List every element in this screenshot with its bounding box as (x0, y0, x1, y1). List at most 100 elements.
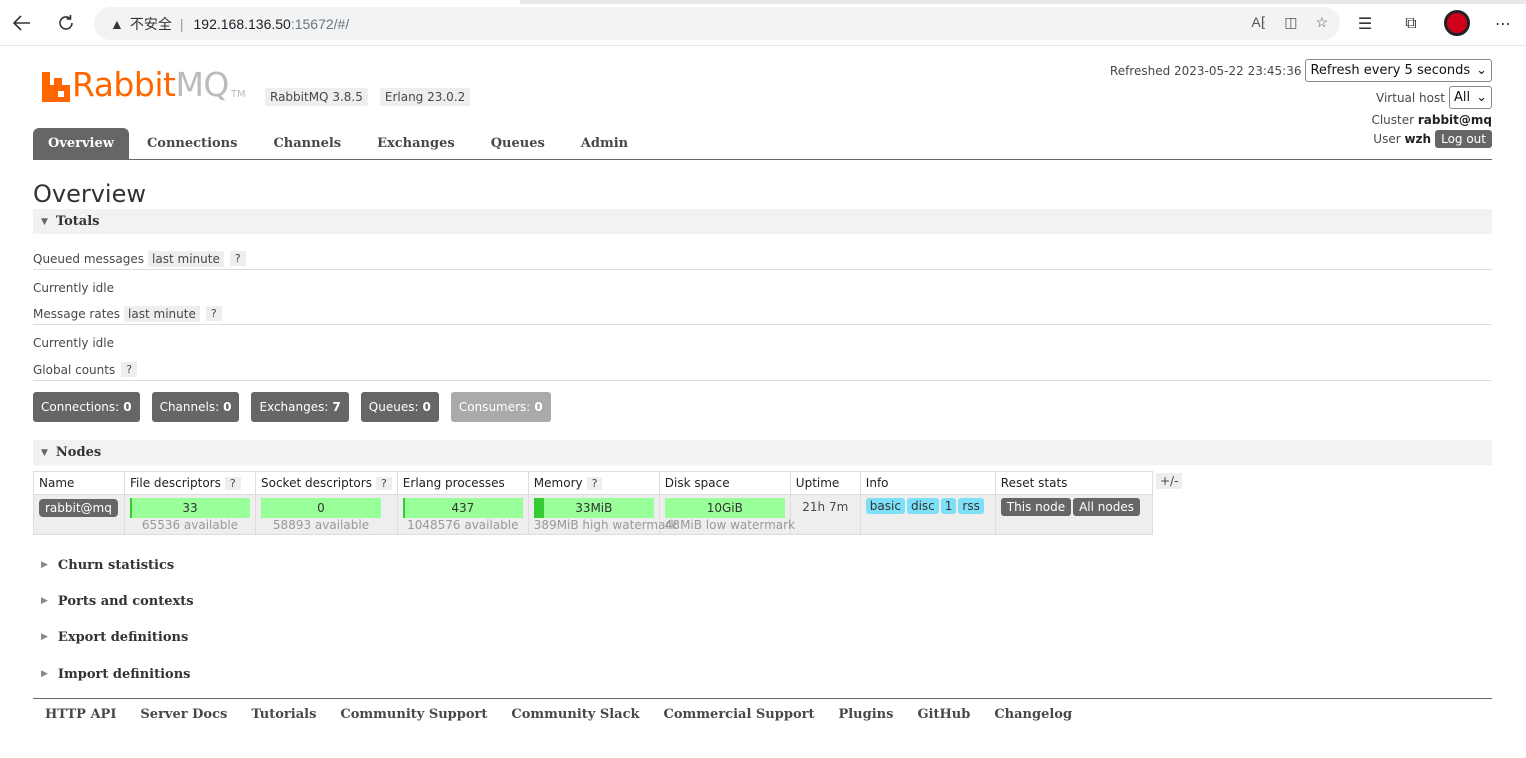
footer-link-community-support[interactable]: Community Support (340, 707, 487, 722)
expand-triangle-icon: ▶ (41, 596, 48, 606)
refresh-interval-select[interactable]: Refresh every 5 seconds ⌄ (1305, 59, 1492, 82)
reset-all-nodes-button[interactable]: All nodes (1073, 498, 1140, 516)
file-descriptors-bar: 33 (130, 498, 250, 518)
column-header-memory: Memory? (527, 471, 660, 495)
column-toggle-button[interactable]: +/- (1156, 473, 1183, 489)
reload-icon[interactable] (53, 10, 79, 36)
consumers-count-button[interactable]: Consumers: 0 (450, 392, 551, 422)
read-aloud-icon[interactable]: A⁅ (1251, 14, 1266, 31)
more-menu-icon[interactable]: ⋯ (1490, 10, 1516, 36)
expand-triangle-icon: ▶ (41, 669, 48, 679)
rates-status: Currently idle (33, 336, 114, 350)
info-cell: basic disc 1 rss (859, 494, 996, 535)
column-header-name: Name (33, 471, 125, 495)
info-tag-basic[interactable]: basic (865, 498, 905, 514)
global-counts-header: Global counts ? (33, 359, 1492, 381)
channels-count-button[interactable]: Channels: 0 (151, 392, 240, 422)
ports-contexts-section[interactable]: ▶ Ports and contexts (33, 591, 633, 611)
queued-status: Currently idle (33, 281, 114, 295)
tab-exchanges[interactable]: Exchanges (359, 128, 473, 159)
global-counts-help-button[interactable]: ? (121, 362, 138, 377)
help-button[interactable]: ? (224, 477, 241, 490)
file-descriptors-cell: 33 65536 available (124, 494, 256, 535)
favorite-add-icon[interactable]: ☆ (1315, 14, 1328, 31)
collections-icon[interactable]: ⧉ (1398, 10, 1424, 36)
footer-link-plugins[interactable]: Plugins (838, 707, 893, 722)
queued-period-selector[interactable]: last minute (148, 250, 224, 267)
expand-triangle-icon: ▶ (41, 632, 48, 642)
vhost-label: Virtual host (1376, 90, 1445, 105)
url-host: 192.168.136.50 (193, 15, 291, 32)
rabbitmq-logo[interactable]: RabbitMQ TM (42, 68, 246, 102)
connections-count-button[interactable]: Connections: 0 (33, 392, 140, 422)
table-header-row: Name File descriptors? Socket descriptor… (33, 471, 1153, 495)
export-definitions-section[interactable]: ▶ Export definitions (33, 627, 633, 647)
footer-link-tutorials[interactable]: Tutorials (251, 707, 316, 722)
main-tabs: Overview Connections Channels Exchanges … (33, 128, 1492, 160)
back-icon[interactable] (9, 10, 35, 36)
url-separator: | (179, 15, 184, 32)
collapse-triangle-icon: ▼ (41, 447, 48, 458)
queued-help-button[interactable]: ? (229, 251, 246, 266)
info-tag-count[interactable]: 1 (940, 498, 957, 514)
collapse-triangle-icon: ▼ (41, 216, 48, 227)
global-counts: Connections: 0 Channels: 0 Exchanges: 7 Que… (33, 392, 551, 422)
footer-link-changelog[interactable]: Changelog (994, 707, 1072, 722)
queues-count-button[interactable]: Queues: 0 (360, 392, 439, 422)
erlang-version-badge: Erlang 23.0.2 (379, 88, 471, 106)
footer-link-http-api[interactable]: HTTP API (45, 707, 116, 722)
logo-mark-icon (42, 72, 70, 102)
cluster-label: Cluster (1371, 113, 1415, 127)
rates-period-selector[interactable]: last minute (124, 305, 200, 322)
help-button[interactable]: ? (375, 477, 392, 490)
exchanges-count-button[interactable]: Exchanges: 7 (251, 392, 349, 422)
browser-toolbar: ▲ 不安全 | 192.168.136.50:15672/#/ A⁅ ◫ ☆ ☰… (0, 0, 1526, 46)
column-header-info: Info (859, 471, 996, 495)
footer-link-community-slack[interactable]: Community Slack (511, 707, 639, 722)
favorites-icon[interactable]: ☰ (1352, 10, 1378, 36)
table-row: rabbit@mq 33 65536 available 0 58893 ava… (33, 494, 1153, 535)
message-rates-header: Message rates last minute ? (33, 303, 1492, 325)
queued-messages-label: Queued messages (33, 251, 145, 266)
tab-strip (0, 0, 1526, 4)
footer-link-github[interactable]: GitHub (917, 707, 970, 722)
profile-icon[interactable] (1444, 10, 1470, 36)
column-header-disk-space: Disk space (658, 471, 791, 495)
warning-icon: ▲ (110, 15, 124, 32)
vhost-select[interactable]: All ⌄ (1448, 86, 1492, 109)
node-name-link[interactable]: rabbit@mq (39, 499, 118, 517)
reset-this-node-button[interactable]: This node (1000, 498, 1072, 516)
address-bar[interactable]: ▲ 不安全 | 192.168.136.50:15672/#/ A⁅ ◫ ☆ (94, 7, 1340, 40)
footer-link-commercial-support[interactable]: Commercial Support (664, 707, 815, 722)
rates-help-button[interactable]: ? (205, 306, 222, 321)
column-header-uptime: Uptime (789, 471, 861, 495)
help-button[interactable]: ? (586, 477, 603, 490)
erlang-processes-bar: 437 (402, 498, 523, 518)
tab-queues[interactable]: Queues (473, 128, 563, 159)
reset-stats-cell: This node All nodes (994, 494, 1153, 535)
disk-space-cell: 10GiB 48MiB low watermark (658, 494, 795, 535)
totals-section-header[interactable]: ▼ Totals (33, 209, 1492, 234)
tab-connections[interactable]: Connections (129, 128, 256, 159)
tab-admin[interactable]: Admin (563, 128, 646, 159)
footer-link-server-docs[interactable]: Server Docs (140, 707, 227, 722)
nodes-section-header[interactable]: ▼ Nodes (33, 440, 1492, 465)
nodes-title: Nodes (55, 445, 102, 460)
import-definitions-section[interactable]: ▶ Import definitions (33, 664, 633, 684)
cluster-value: rabbit@mq (1417, 113, 1492, 127)
global-counts-label: Global counts (33, 362, 116, 377)
churn-statistics-section[interactable]: ▶ Churn statistics (33, 555, 633, 575)
socket-descriptors-bar: 0 (261, 498, 381, 518)
column-header-file-descriptors: File descriptors? (124, 471, 256, 495)
tab-overview[interactable]: Overview (33, 128, 129, 159)
memory-watermark: 389MiB high watermark (533, 518, 678, 532)
reader-view-icon[interactable]: ◫ (1284, 14, 1297, 31)
memory-bar: 33MiB (533, 498, 654, 518)
file-descriptors-available: 65536 available (141, 518, 239, 532)
info-tag-disc[interactable]: disc (906, 498, 939, 514)
info-tag-rss[interactable]: rss (958, 498, 984, 514)
nodes-table: Name File descriptors? Socket descriptor… (33, 471, 1153, 535)
socket-descriptors-cell: 0 58893 available (255, 494, 398, 535)
tab-channels[interactable]: Channels (255, 128, 359, 159)
column-header-erlang-processes: Erlang processes (396, 471, 529, 495)
